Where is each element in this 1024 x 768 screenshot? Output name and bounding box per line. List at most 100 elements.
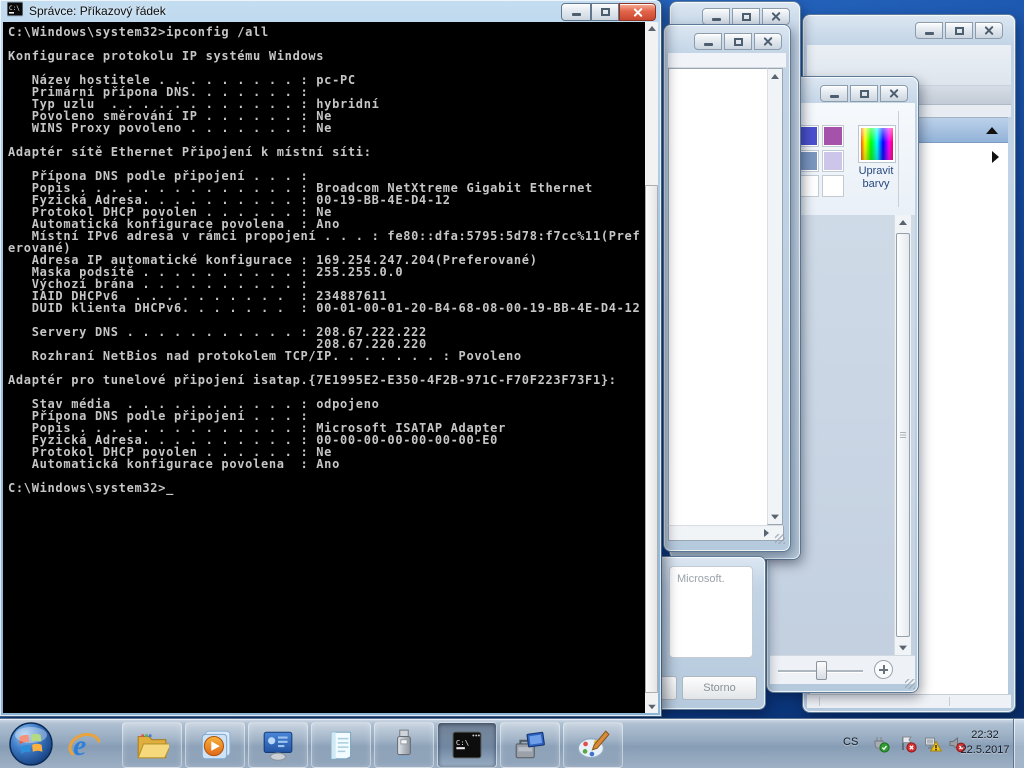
- scroll-down-button[interactable]: [645, 700, 658, 713]
- submenu-arrow-icon: [992, 151, 999, 163]
- folder-icon: [137, 734, 169, 759]
- console-line: C:\Windows\system32>ipconfig /all: [8, 25, 269, 39]
- taskbar-button-explorer[interactable]: [122, 722, 182, 768]
- minimize-icon: [829, 94, 839, 98]
- dialog-body-text: Microsoft.: [677, 573, 725, 585]
- color-swatch[interactable]: [822, 125, 844, 147]
- dialog-window[interactable]: Microsoft. Storno: [655, 557, 765, 709]
- scrollbar-thumb[interactable]: [896, 233, 910, 637]
- color-swatch[interactable]: [797, 125, 819, 147]
- scroll-up-icon: [647, 26, 656, 31]
- color-swatch[interactable]: [797, 175, 819, 197]
- close-button[interactable]: [975, 22, 1003, 39]
- cancel-button[interactable]: Storno: [682, 676, 757, 700]
- command-prompt-window[interactable]: C:\ Správce: Příkazový řádek C:\Windows\…: [0, 0, 661, 716]
- console-line: Adaptér sítě Ethernet Připojení k místní…: [8, 145, 372, 159]
- usb-device-icon: [397, 729, 411, 761]
- document-content[interactable]: [668, 68, 768, 527]
- start-button[interactable]: [8, 721, 54, 767]
- close-button[interactable]: [880, 85, 908, 102]
- scroll-up-button[interactable]: [895, 215, 911, 229]
- minimize-icon: [711, 17, 721, 21]
- language-indicator[interactable]: CS: [843, 736, 858, 748]
- minimize-button[interactable]: [561, 3, 591, 21]
- background-window-2[interactable]: [664, 25, 790, 551]
- console-line: Adaptér pro tunelové připojení isatap.{7…: [8, 373, 617, 387]
- tray-time: 22:32: [971, 729, 999, 741]
- vertical-scrollbar[interactable]: [894, 215, 911, 655]
- ribbon-separator: [898, 111, 899, 207]
- thumb-grip-icon: [900, 432, 906, 438]
- minimize-button[interactable]: [820, 85, 848, 102]
- horizontal-scrollbar[interactable]: [668, 525, 784, 541]
- show-desktop-button[interactable]: [1013, 719, 1024, 768]
- tray-clock[interactable]: 22:32 22.5.2017: [958, 728, 1012, 758]
- console[interactable]: C:\Windows\system32>ipconfig /all Konfigu…: [3, 22, 658, 713]
- maximize-button[interactable]: [945, 22, 973, 39]
- paint-icon: [577, 730, 610, 759]
- console-line: Automatická konfigurace povolena : Ano: [8, 457, 340, 471]
- cancel-button-label: Storno: [703, 682, 736, 694]
- color-swatch[interactable]: [797, 150, 819, 172]
- close-icon: [984, 25, 995, 36]
- taskbar: e C:\ CS 22:32 22.5.2017: [0, 718, 1024, 768]
- console-scrollbar[interactable]: [645, 22, 658, 713]
- svg-text:C:\: C:\: [9, 5, 20, 12]
- tray-date: 22.5.2017: [960, 744, 1010, 756]
- restore-button[interactable]: [591, 3, 619, 21]
- taskbar-button-usb-device[interactable]: [374, 722, 434, 768]
- taskbar-button-paint[interactable]: [563, 722, 623, 768]
- scroll-down-button[interactable]: [895, 641, 911, 655]
- scroll-up-button[interactable]: [645, 22, 658, 35]
- resize-grip[interactable]: [775, 534, 785, 544]
- minimize-button[interactable]: [702, 8, 730, 25]
- color-swatch[interactable]: [822, 175, 844, 197]
- zoom-slider-thumb[interactable]: [816, 661, 827, 680]
- edit-colors-button[interactable]: Upravit barvy: [842, 165, 910, 191]
- scroll-up-button[interactable]: [768, 69, 782, 83]
- edit-colors-icon[interactable]: [858, 125, 896, 163]
- maximize-icon: [741, 12, 751, 21]
- minimize-icon: [571, 13, 581, 16]
- usb-safely-remove-icon[interactable]: [872, 735, 890, 753]
- desktop: Upravit barvy: [0, 0, 1024, 768]
- menu-band: [668, 53, 786, 68]
- color-swatch[interactable]: [822, 150, 844, 172]
- close-icon: [889, 88, 900, 99]
- action-center-flag-icon[interactable]: [899, 735, 917, 753]
- vertical-scrollbar[interactable]: [767, 68, 783, 525]
- zoom-in-button[interactable]: [874, 660, 893, 679]
- console-line: Rozhraní NetBios nad protokolem TCP/IP. …: [8, 349, 522, 363]
- maximize-button[interactable]: [732, 8, 760, 25]
- close-icon: [763, 36, 774, 47]
- console-line: Místní IPv6 adresa v rámci propojení . .…: [8, 229, 641, 243]
- scroll-right-icon: [764, 529, 769, 537]
- maximize-icon: [733, 37, 743, 46]
- taskbar-button-control-panel[interactable]: [248, 722, 308, 768]
- scroll-up-icon[interactable]: [986, 126, 998, 134]
- close-button[interactable]: [754, 33, 782, 50]
- minimize-button[interactable]: [915, 22, 943, 39]
- maximize-button[interactable]: [724, 33, 752, 50]
- network-warning-icon[interactable]: [924, 735, 943, 753]
- scroll-right-button[interactable]: [764, 526, 769, 540]
- minimize-button[interactable]: [694, 33, 722, 50]
- console-output: C:\Windows\system32>ipconfig /all Konfigu…: [8, 26, 640, 494]
- scrollbar-thumb[interactable]: [645, 185, 658, 693]
- maximize-button[interactable]: [850, 85, 878, 102]
- taskbar-button-command-prompt[interactable]: C:\: [437, 722, 497, 768]
- resize-grip[interactable]: [905, 679, 915, 689]
- scroll-down-button[interactable]: [768, 510, 782, 524]
- taskbar-button-notepad[interactable]: [311, 722, 371, 768]
- taskbar-button-computer[interactable]: [500, 722, 560, 768]
- taskbar-button-media-player[interactable]: [185, 722, 245, 768]
- paint-statusbar: [770, 655, 915, 684]
- restore-icon: [600, 8, 610, 16]
- scroll-down-icon: [899, 645, 907, 651]
- media-player-icon: [201, 730, 231, 760]
- close-button[interactable]: [762, 8, 790, 25]
- close-button[interactable]: [619, 3, 656, 21]
- control-panel-icon: [263, 731, 293, 761]
- close-icon: [632, 7, 643, 18]
- internet-explorer-icon[interactable]: e: [62, 724, 106, 764]
